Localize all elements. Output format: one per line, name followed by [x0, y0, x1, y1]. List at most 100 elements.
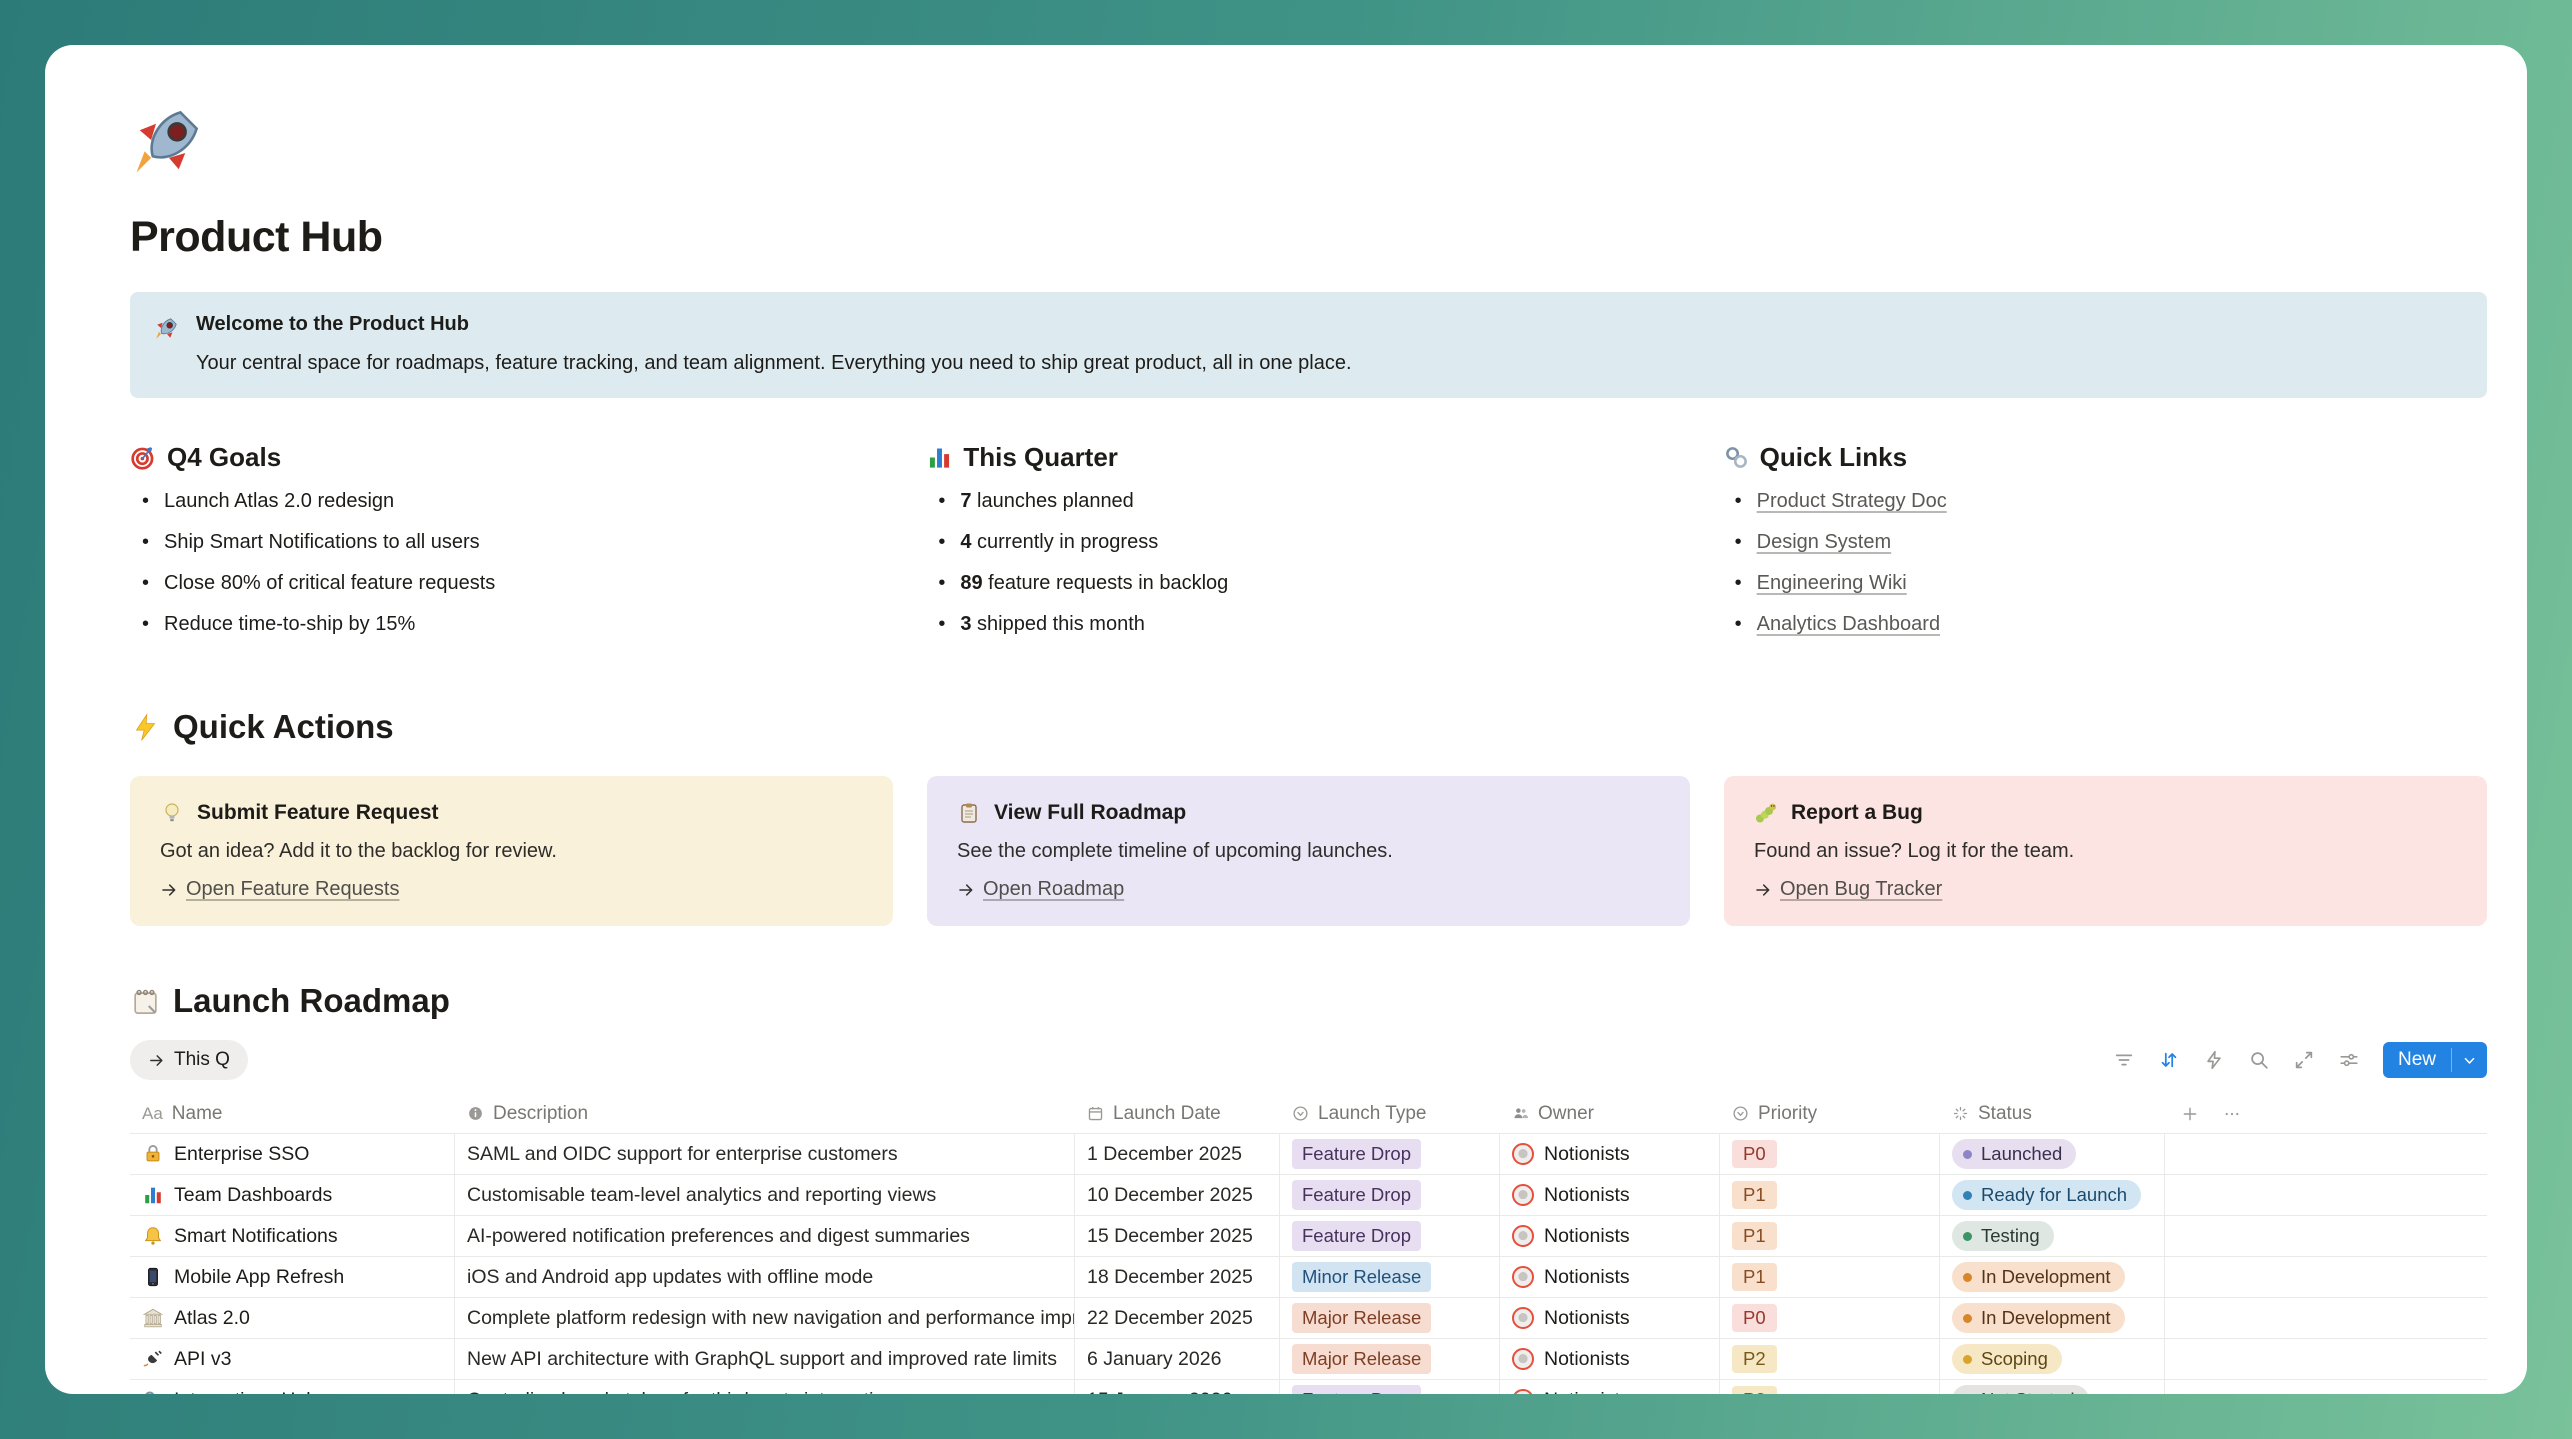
sort-button[interactable]	[2152, 1043, 2186, 1077]
column-header-status[interactable]: Status	[1940, 1103, 2165, 1125]
owner-cell[interactable]: Notionists	[1500, 1175, 1720, 1215]
priority-cell[interactable]: P0	[1720, 1134, 1940, 1174]
launch-type-cell[interactable]: Feature Drop	[1280, 1175, 1500, 1215]
list-item: Reduce time-to-ship by 15%	[142, 611, 894, 637]
empty-cell[interactable]	[2165, 1257, 2487, 1297]
arrow-right-icon	[148, 1052, 165, 1069]
name-cell[interactable]: Team Dashboards	[130, 1175, 455, 1215]
view-tab-this-q[interactable]: This Q	[130, 1040, 248, 1080]
empty-cell[interactable]	[2165, 1216, 2487, 1256]
this-quarter-heading: This Quarter	[926, 442, 1690, 473]
name-cell[interactable]: Enterprise SSO	[130, 1134, 455, 1174]
column-header-description[interactable]: Description	[455, 1103, 1075, 1125]
description-cell[interactable]: Customisable team-level analytics and re…	[455, 1175, 1075, 1215]
empty-cell[interactable]	[2165, 1380, 2487, 1394]
launch-date-cell[interactable]: 15 December 2025	[1075, 1216, 1280, 1256]
status-cell[interactable]: Not Started	[1940, 1380, 2165, 1394]
launch-type-cell[interactable]: Feature Drop	[1280, 1216, 1500, 1256]
status-cell[interactable]: Ready for Launch	[1940, 1175, 2165, 1215]
priority-cell[interactable]: P0	[1720, 1298, 1940, 1338]
list-item: 3 shipped this month	[938, 611, 1690, 637]
spiral-calendar-icon	[130, 986, 161, 1017]
quick-link[interactable]: Product Strategy Doc	[1757, 490, 1947, 512]
add-column-button[interactable]	[2181, 1105, 2199, 1123]
owner-cell[interactable]: Notionists	[1500, 1216, 1720, 1256]
status-cell[interactable]: In Development	[1940, 1257, 2165, 1297]
empty-cell[interactable]	[2165, 1134, 2487, 1174]
select-icon	[1732, 1105, 1749, 1122]
name-cell[interactable]: Atlas 2.0	[130, 1298, 455, 1338]
description-cell[interactable]: SAML and OIDC support for enterprise cus…	[455, 1134, 1075, 1174]
description-cell[interactable]: iOS and Android app updates with offline…	[455, 1257, 1075, 1297]
priority-cell[interactable]: P1	[1720, 1175, 1940, 1215]
owner-cell[interactable]: Notionists	[1500, 1380, 1720, 1394]
description-cell[interactable]: New API architecture with GraphQL suppor…	[455, 1339, 1075, 1379]
status-icon	[1952, 1105, 1969, 1122]
table-row: Enterprise SSO SAML and OIDC support for…	[130, 1134, 2487, 1175]
priority-cell[interactable]: P1	[1720, 1216, 1940, 1256]
launch-type-cell[interactable]: Minor Release	[1280, 1257, 1500, 1297]
card-link[interactable]: Open Feature Requests	[186, 878, 399, 901]
launch-date-cell[interactable]: 18 December 2025	[1075, 1257, 1280, 1297]
owner-cell[interactable]: Notionists	[1500, 1339, 1720, 1379]
new-dropdown-button[interactable]	[2452, 1042, 2487, 1078]
owner-cell[interactable]: Notionists	[1500, 1134, 1720, 1174]
table-options-button[interactable]	[2223, 1105, 2241, 1123]
overview-columns: Q4 Goals Launch Atlas 2.0 redesignShip S…	[130, 442, 2487, 652]
filter-button[interactable]	[2107, 1043, 2141, 1077]
automations-button[interactable]	[2197, 1043, 2231, 1077]
launch-date-cell[interactable]: 6 January 2026	[1075, 1339, 1280, 1379]
quick-link[interactable]: Engineering Wiki	[1757, 572, 1907, 594]
empty-cell[interactable]	[2165, 1339, 2487, 1379]
page-icon[interactable]	[130, 101, 2487, 191]
description-cell[interactable]: Centralised marketplace for third-party …	[455, 1380, 1075, 1394]
name-cell[interactable]: Smart Notifications	[130, 1216, 455, 1256]
status-cell[interactable]: Scoping	[1940, 1339, 2165, 1379]
name-cell[interactable]: Mobile App Refresh	[130, 1257, 455, 1297]
launch-date-cell[interactable]: 15 January 2026	[1075, 1380, 1280, 1394]
column-header-owner[interactable]: Owner	[1500, 1103, 1720, 1125]
priority-badge: P0	[1732, 1304, 1777, 1332]
name-cell[interactable]: Integrations Hub	[130, 1380, 455, 1394]
empty-cell[interactable]	[2165, 1175, 2487, 1215]
status-cell[interactable]: In Development	[1940, 1298, 2165, 1338]
column-header-launch-date[interactable]: Launch Date	[1075, 1103, 1280, 1125]
owner-cell[interactable]: Notionists	[1500, 1298, 1720, 1338]
card-title: View Full Roadmap	[994, 801, 1186, 825]
row-icon	[142, 1225, 164, 1247]
launch-date-cell[interactable]: 10 December 2025	[1075, 1175, 1280, 1215]
priority-cell[interactable]: P2	[1720, 1339, 1940, 1379]
search-button[interactable]	[2242, 1043, 2276, 1077]
launch-type-cell[interactable]: Major Release	[1280, 1298, 1500, 1338]
launch-roadmap-heading: Launch Roadmap	[130, 982, 2487, 1020]
priority-cell[interactable]: P1	[1720, 1257, 1940, 1297]
quick-link[interactable]: Analytics Dashboard	[1757, 613, 1940, 635]
priority-cell[interactable]: P2	[1720, 1380, 1940, 1394]
owner-cell[interactable]: Notionists	[1500, 1257, 1720, 1297]
launch-type-cell[interactable]: Major Release	[1280, 1339, 1500, 1379]
column-header-launch-type[interactable]: Launch Type	[1280, 1103, 1500, 1125]
launch-type-badge: Feature Drop	[1292, 1385, 1421, 1394]
description-cell[interactable]: AI-powered notification preferences and …	[455, 1216, 1075, 1256]
new-button[interactable]: New	[2383, 1042, 2487, 1078]
status-dot	[1963, 1150, 1972, 1159]
status-cell[interactable]: Launched	[1940, 1134, 2165, 1174]
launch-type-badge: Feature Drop	[1292, 1221, 1421, 1250]
card-link[interactable]: Open Bug Tracker	[1780, 878, 1942, 901]
launch-date-cell[interactable]: 1 December 2025	[1075, 1134, 1280, 1174]
launch-type-cell[interactable]: Feature Drop	[1280, 1380, 1500, 1394]
name-cell[interactable]: API v3	[130, 1339, 455, 1379]
launch-type-cell[interactable]: Feature Drop	[1280, 1134, 1500, 1174]
column-header-priority[interactable]: Priority	[1720, 1103, 1940, 1125]
expand-button[interactable]	[2287, 1043, 2321, 1077]
table-row: Atlas 2.0 Complete platform redesign wit…	[130, 1298, 2487, 1339]
status-cell[interactable]: Testing	[1940, 1216, 2165, 1256]
quick-link[interactable]: Design System	[1757, 531, 1892, 553]
card-link[interactable]: Open Roadmap	[983, 878, 1124, 901]
column-header-name[interactable]: Aa Name	[130, 1103, 455, 1125]
empty-cell[interactable]	[2165, 1298, 2487, 1338]
column-this-quarter: This Quarter 7 launches planned4 current…	[926, 442, 1690, 652]
launch-date-cell[interactable]: 22 December 2025	[1075, 1298, 1280, 1338]
description-cell[interactable]: Complete platform redesign with new navi…	[455, 1298, 1075, 1338]
view-settings-button[interactable]	[2332, 1043, 2366, 1077]
